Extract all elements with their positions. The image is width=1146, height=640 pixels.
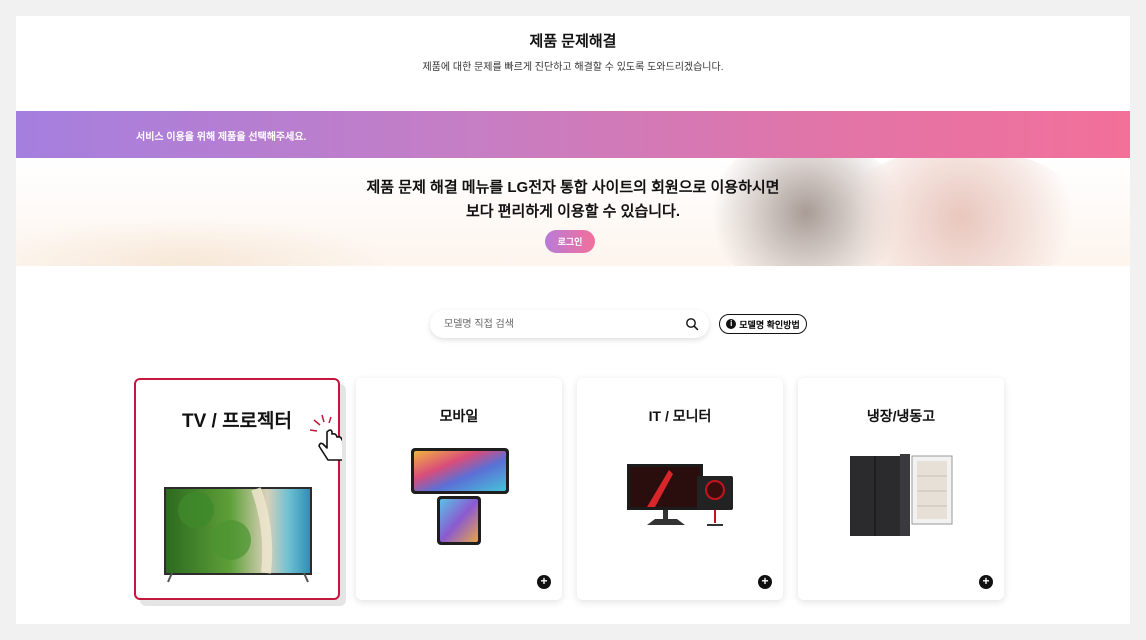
model-help-label: 모델명 확인방법 bbox=[739, 319, 800, 330]
monitor-product-image bbox=[627, 464, 733, 526]
category-card-tv-projector[interactable]: TV / 프로젝터 bbox=[134, 378, 342, 600]
banner-background bbox=[16, 218, 396, 266]
tv-product-image bbox=[164, 414, 342, 583]
category-card-mobile[interactable]: 모바일 + bbox=[356, 378, 562, 600]
login-banner-line2: 보다 편리하게 이용할 수 있습니다. bbox=[465, 203, 681, 220]
search-input[interactable] bbox=[444, 316, 674, 332]
model-help-button[interactable]: i 모델명 확인방법 bbox=[719, 314, 807, 334]
page-frame: 제품 문제해결 제품에 대한 문제를 빠르게 진단하고 해결할 수 있도록 도와… bbox=[16, 16, 1130, 624]
search-icon[interactable] bbox=[685, 317, 699, 331]
login-banner: 제품 문제 해결 메뉴를 LG전자 통합 사이트의 회원으로 이용하시면 보다 … bbox=[16, 158, 1130, 266]
service-bar: 서비스 이용을 위해 제품을 선택해주세요. bbox=[16, 111, 1130, 158]
model-search bbox=[430, 310, 709, 338]
plus-icon[interactable]: + bbox=[979, 575, 993, 589]
service-bar-text: 서비스 이용을 위해 제품을 선택해주세요. bbox=[136, 132, 307, 143]
category-card-refrigerator[interactable]: 냉장/냉동고 + bbox=[798, 378, 1004, 600]
login-button[interactable]: 로그인 bbox=[545, 230, 595, 253]
info-icon: i bbox=[726, 319, 737, 329]
mobile-product-image bbox=[411, 448, 509, 545]
plus-icon[interactable]: + bbox=[758, 575, 772, 589]
cursor-hand-icon bbox=[309, 414, 342, 461]
category-card-it-monitor[interactable]: IT / 모니터 + bbox=[577, 378, 783, 600]
login-banner-line1: 제품 문제 해결 메뉴를 LG전자 통합 사이트의 회원으로 이용하시면 bbox=[366, 179, 780, 196]
plus-icon[interactable]: + bbox=[537, 575, 551, 589]
refrigerator-product-image bbox=[850, 454, 953, 536]
page-description: 제품에 대한 문제를 빠르게 진단하고 해결할 수 있도록 도와드리겠습니다. bbox=[422, 62, 724, 73]
page-title: 제품 문제해결 bbox=[529, 33, 617, 50]
